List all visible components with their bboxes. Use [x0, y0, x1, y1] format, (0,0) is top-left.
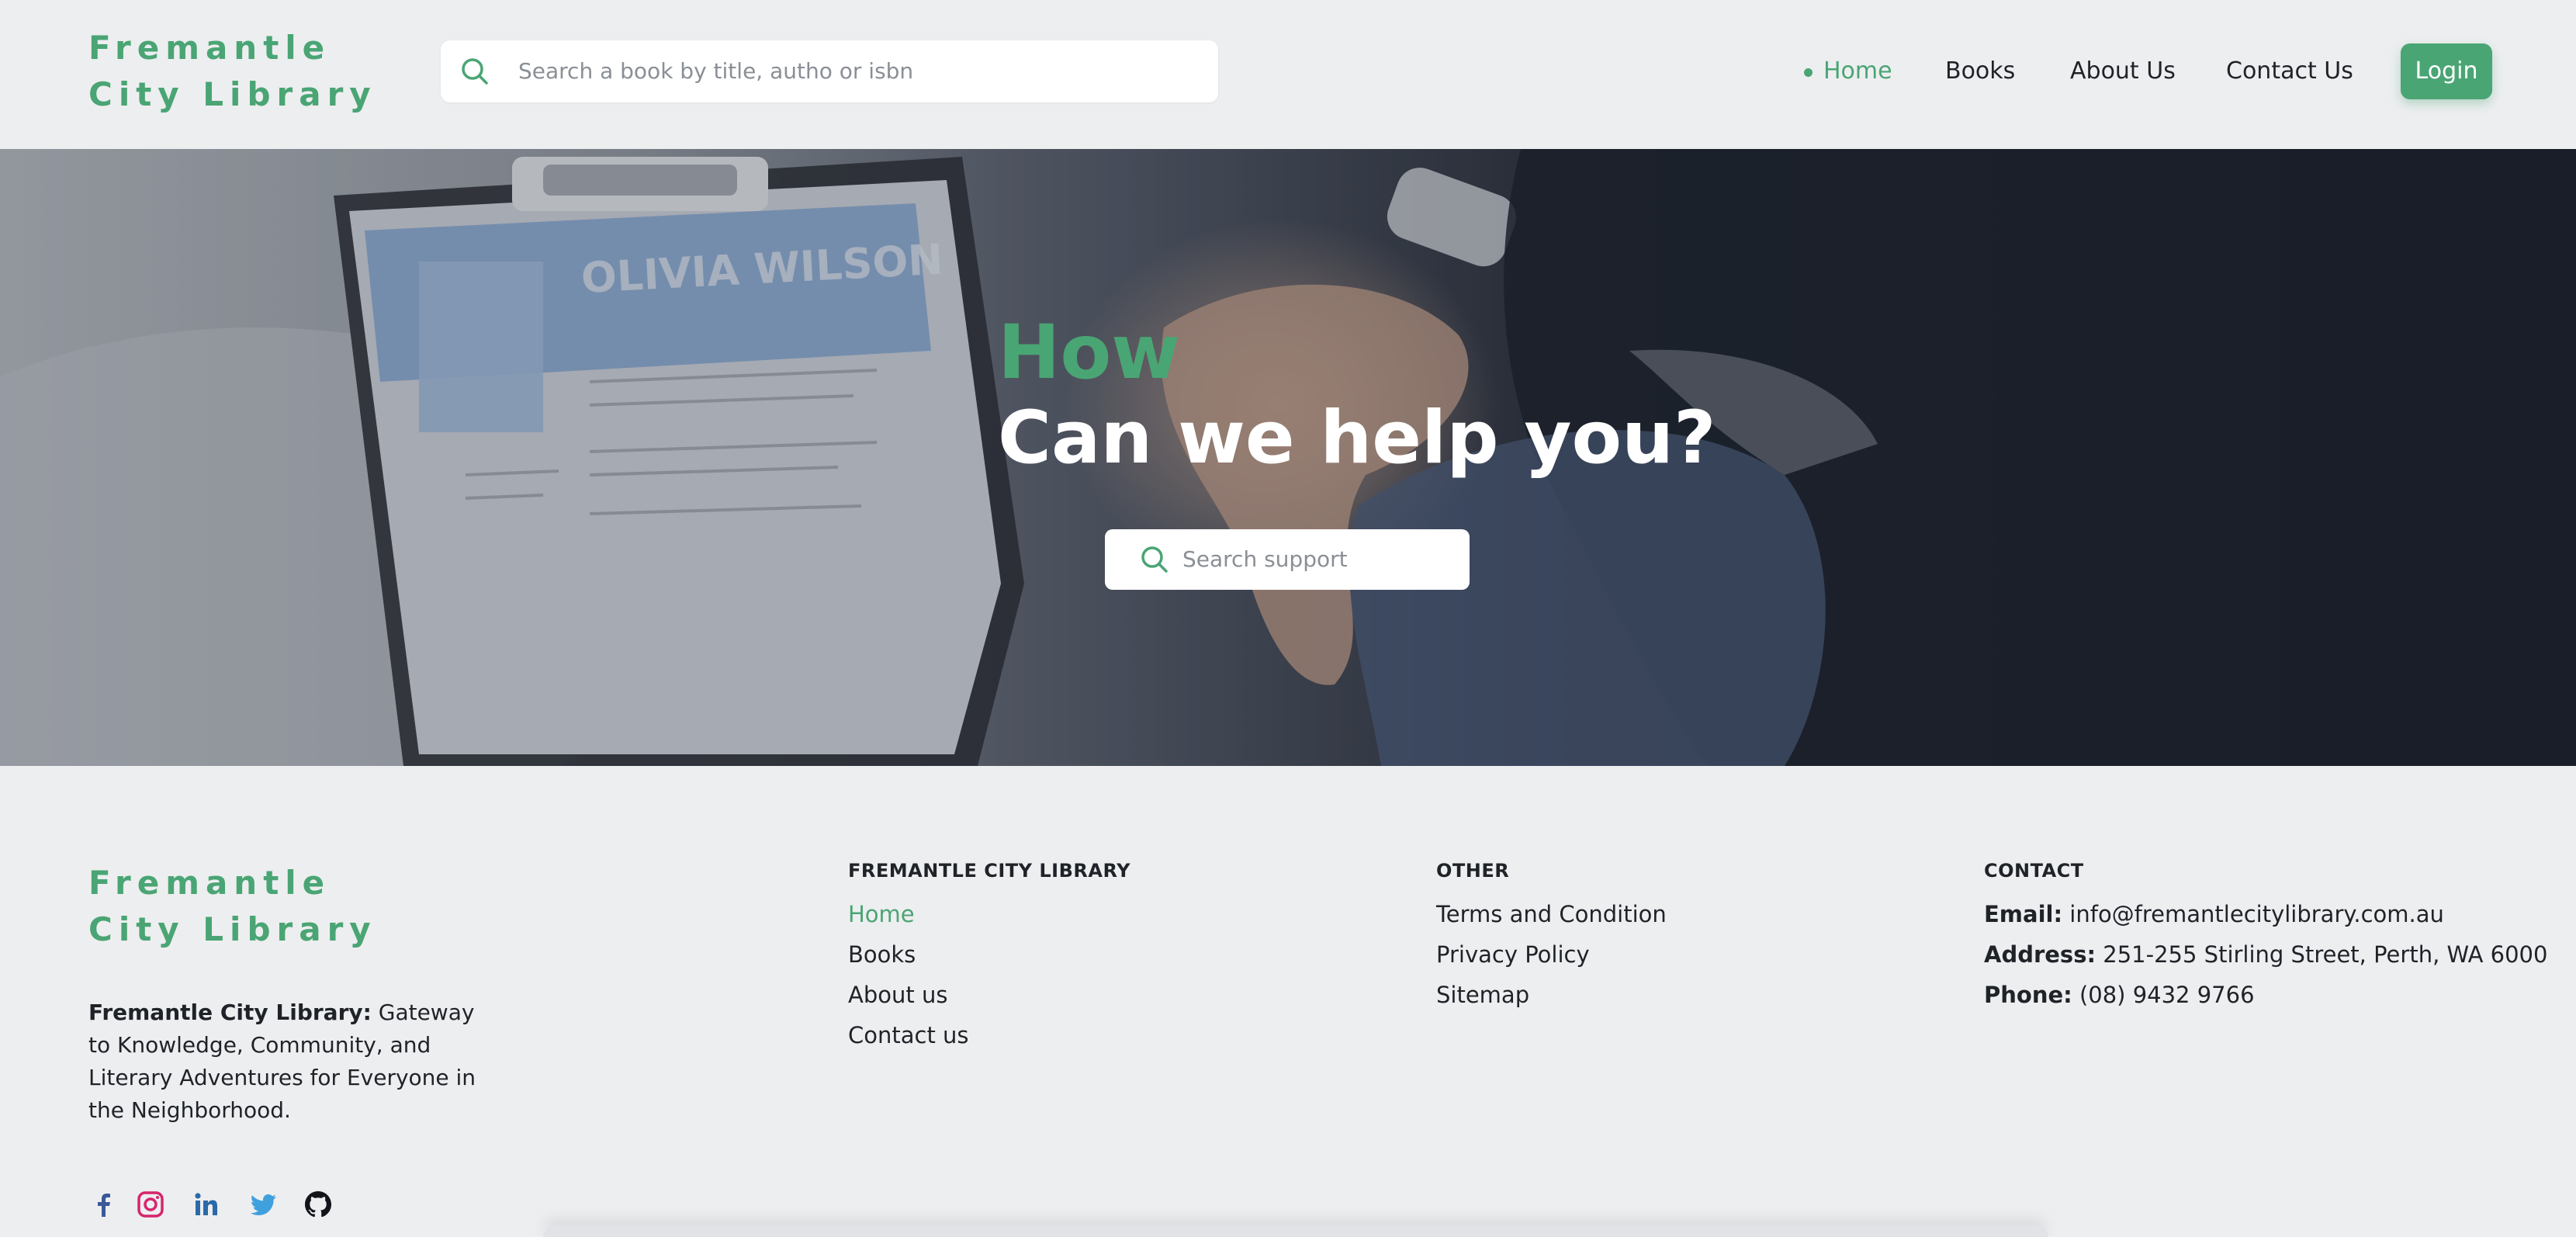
- footer-link-contact-us[interactable]: Contact us: [848, 1020, 969, 1051]
- footer-link-privacy[interactable]: Privacy Policy: [1436, 939, 1590, 970]
- hero-title-accent: How: [998, 309, 1180, 396]
- footer-link-about-us[interactable]: About us: [848, 979, 947, 1010]
- footer-link-books[interactable]: Books: [848, 939, 916, 970]
- github-icon[interactable]: [303, 1189, 334, 1220]
- hero-section: OLIVIA WILSON How Can we help you? Searc…: [0, 149, 2576, 766]
- site-logo[interactable]: Fremantle City Library: [88, 25, 414, 118]
- nav-contact-us[interactable]: Contact Us: [2226, 56, 2353, 87]
- contact-address: Address: 251-255 Stirling Street, Perth,…: [1984, 939, 2547, 970]
- hero-title: Can we help you?: [998, 396, 1716, 480]
- contact-address-label: Address:: [1984, 941, 2096, 968]
- search-icon: [1141, 546, 1168, 573]
- nav-home[interactable]: Home: [1823, 56, 1892, 87]
- footer-logo[interactable]: Fremantle City Library: [88, 860, 414, 953]
- nav-about-us[interactable]: About Us: [2070, 56, 2176, 87]
- contact-phone-value[interactable]: (08) 9432 9766: [2072, 982, 2255, 1008]
- contact-email-label: Email:: [1984, 901, 2063, 927]
- footer-contact-heading: CONTACT: [1984, 860, 2084, 882]
- login-button[interactable]: Login: [2401, 43, 2492, 99]
- book-search-input[interactable]: Search a book by title, autho or isbn: [518, 40, 913, 102]
- book-search-bar[interactable]: Search a book by title, autho or isbn: [441, 40, 1218, 102]
- contact-address-value: 251-255 Stirling Street, Perth, WA 6000: [2096, 941, 2548, 968]
- active-nav-indicator: [1804, 68, 1813, 77]
- site-header: Fremantle City Library Search a book by …: [0, 0, 2576, 149]
- footer-other-heading: OTHER: [1436, 860, 1510, 882]
- contact-email-value[interactable]: info@fremantlecitylibrary.com.au: [2062, 901, 2444, 927]
- nav-books[interactable]: Books: [1945, 56, 2015, 87]
- footer-description-label: Fremantle City Library:: [88, 1000, 372, 1025]
- footer-description: Fremantle City Library: Gateway to Knowl…: [88, 996, 492, 1127]
- support-search-bar[interactable]: Search support: [1105, 529, 1470, 590]
- footer-link-sitemap[interactable]: Sitemap: [1436, 979, 1529, 1010]
- contact-phone: Phone: (08) 9432 9766: [1984, 979, 2255, 1010]
- search-icon: [462, 58, 488, 85]
- contact-email: Email: info@fremantlecitylibrary.com.au: [1984, 899, 2444, 930]
- footer-bottom-panel: [543, 1226, 2048, 1237]
- support-search-input[interactable]: Search support: [1182, 529, 1348, 590]
- contact-phone-label: Phone:: [1984, 982, 2072, 1008]
- instagram-icon[interactable]: [135, 1189, 166, 1220]
- footer-link-terms[interactable]: Terms and Condition: [1436, 899, 1667, 930]
- facebook-icon[interactable]: [88, 1189, 119, 1220]
- footer-link-home[interactable]: Home: [848, 899, 915, 930]
- footer-library-heading: FREMANTLE CITY LIBRARY: [848, 860, 1130, 882]
- twitter-icon[interactable]: [248, 1189, 279, 1220]
- linkedin-icon[interactable]: [191, 1189, 222, 1220]
